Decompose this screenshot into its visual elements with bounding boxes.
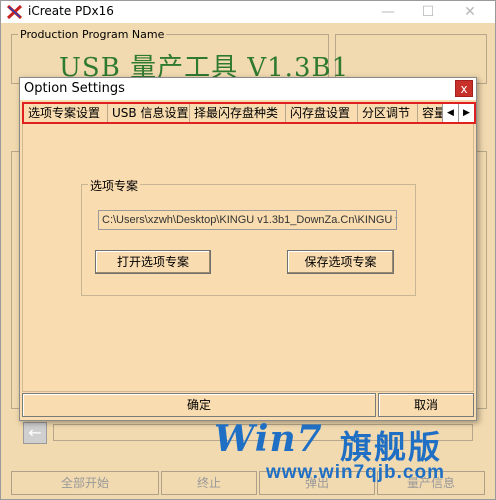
save-project-button[interactable]: 保存选项专案: [287, 250, 394, 274]
window-title: iCreate PDx16: [28, 4, 114, 18]
option-settings-dialog: Option Settings x 选项专案设置 USB 信息设置 择最闪存盘种…: [19, 77, 477, 421]
eject-button[interactable]: 弹出: [259, 471, 375, 495]
option-project-group: [81, 184, 416, 296]
project-path-field[interactable]: C:\Users\xzwh\Desktop\KINGU v1.3b1_DownZ…: [98, 210, 397, 230]
production-info-button[interactable]: 量产信息: [377, 471, 485, 495]
app-icon: [7, 5, 22, 19]
option-project-label: 选项专案: [88, 177, 141, 194]
start-all-button[interactable]: 全部开始: [11, 471, 159, 495]
dialog-titlebar: Option Settings x: [20, 78, 476, 100]
ok-button[interactable]: 确定: [22, 393, 376, 417]
tab-flash-type[interactable]: 择最闪存盘种类: [190, 104, 286, 122]
dialog-close-button[interactable]: x: [455, 80, 473, 97]
open-project-button[interactable]: 打开选项专案: [95, 250, 211, 274]
window-close-button[interactable]: ✕: [453, 1, 487, 23]
cancel-button[interactable]: 取消: [378, 393, 474, 417]
program-name-label: Production Program Name: [18, 28, 167, 41]
minimize-button[interactable]: —: [371, 1, 405, 23]
progress-track: [53, 424, 473, 441]
tab-usb-info[interactable]: USB 信息设置: [108, 104, 190, 122]
tab-scroll-left-icon[interactable]: ◀: [442, 104, 458, 122]
tab-flash-settings[interactable]: 闪存盘设置: [286, 104, 358, 122]
main-titlebar: iCreate PDx16 — ☐ ✕: [1, 1, 495, 23]
tab-strip: 选项专案设置 USB 信息设置 择最闪存盘种类 闪存盘设置 分区调节 容量 ◀ …: [22, 102, 476, 124]
maximize-button[interactable]: ☐: [411, 1, 445, 23]
tab-option-project[interactable]: 选项专案设置: [24, 104, 108, 122]
tab-capacity[interactable]: 容量: [418, 104, 444, 122]
dialog-title: Option Settings: [24, 81, 125, 96]
tab-scroll-right-icon[interactable]: ▶: [458, 104, 474, 122]
stop-button[interactable]: 终止: [161, 471, 257, 495]
scroll-left-arrow-icon[interactable]: ←: [23, 422, 47, 444]
tab-partition[interactable]: 分区调节: [358, 104, 418, 122]
